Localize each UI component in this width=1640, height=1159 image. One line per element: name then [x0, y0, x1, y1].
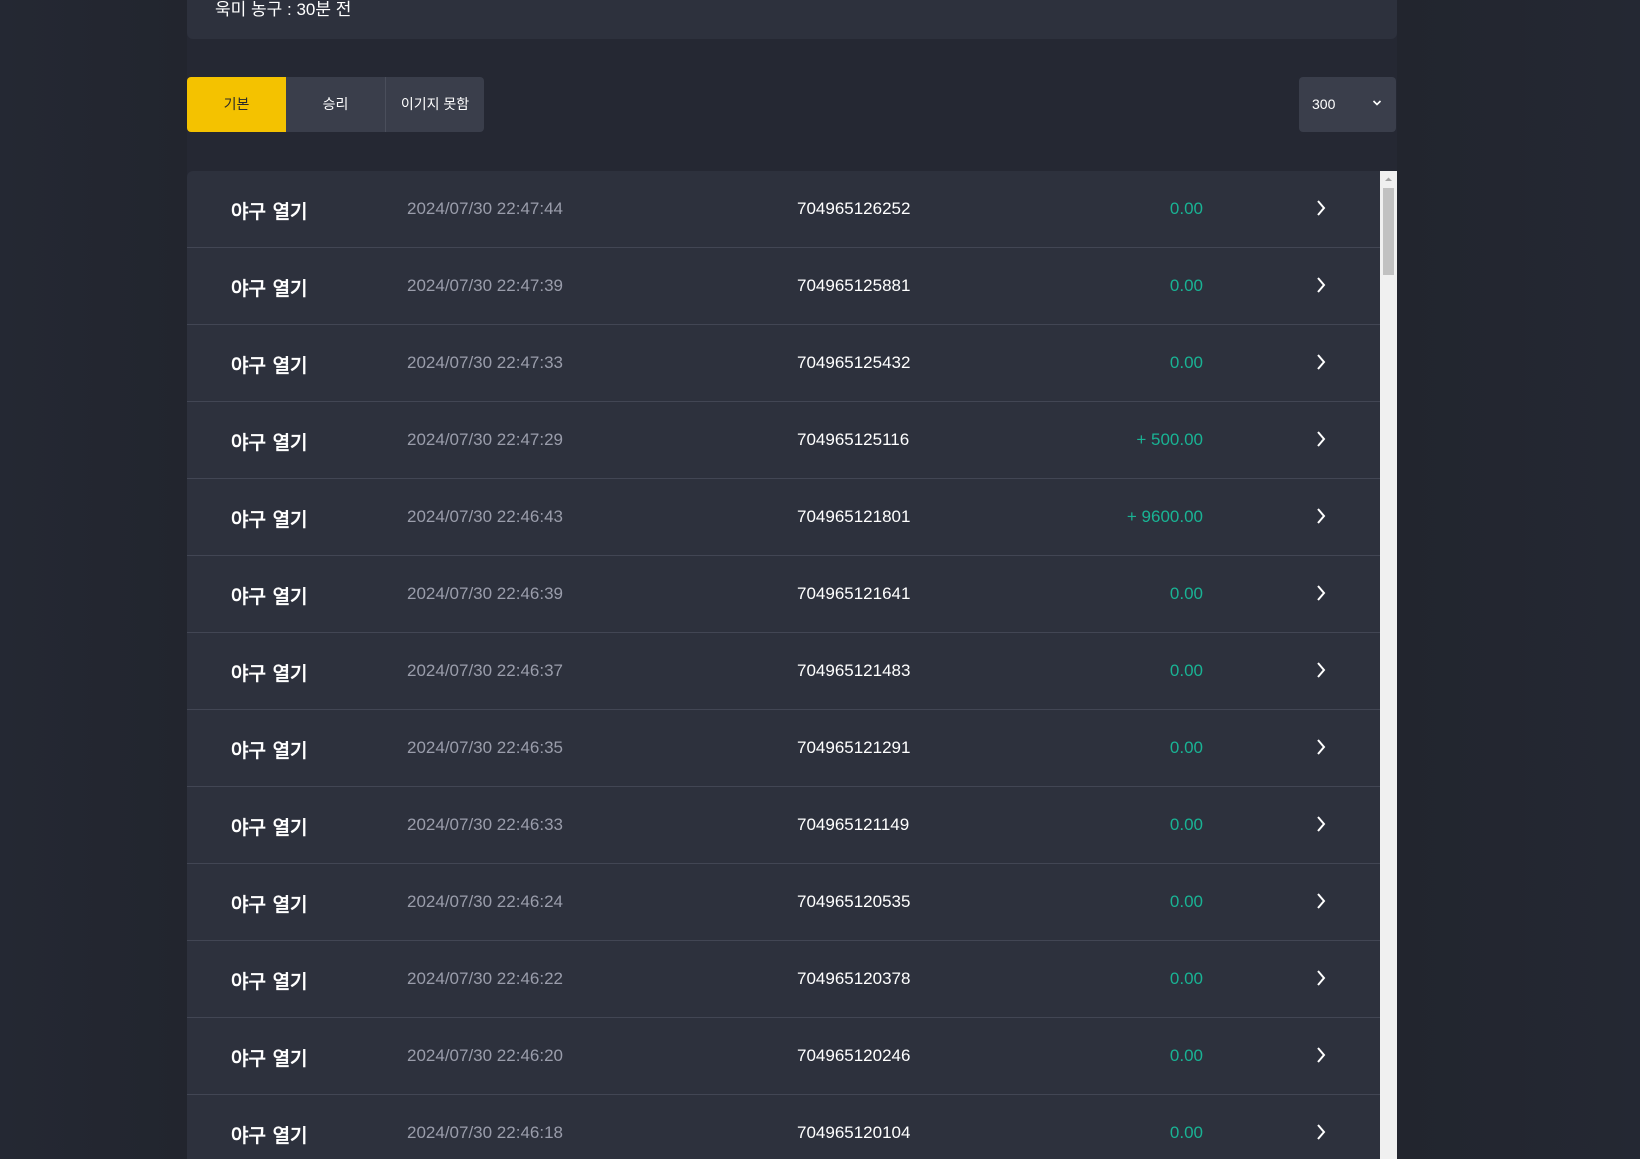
scroll-up-arrow-icon[interactable]	[1380, 171, 1397, 188]
game-name: 야구 열기	[231, 509, 308, 531]
bet-id: 704965125881	[797, 276, 911, 295]
game-name: 야구 열기	[231, 201, 308, 223]
win-amount: 0.00	[1169, 276, 1203, 295]
bet-id: 704965121149	[797, 815, 910, 834]
list-item[interactable]: 야구 열기 2024/07/30 22:47:44 704965126252 0.00	[187, 171, 1380, 248]
game-name: 야구 열기	[231, 432, 308, 454]
bet-time: 2024/07/30 22:47:33	[407, 353, 563, 372]
win-amount: 0.00	[1169, 892, 1203, 911]
list-item[interactable]: 야구 열기 2024/07/30 22:46:20 704965120246 0.00	[187, 1018, 1380, 1095]
bet-id: 704965126252	[797, 199, 911, 218]
game-name: 야구 열기	[231, 663, 308, 685]
list-item[interactable]: 야구 열기 2024/07/30 22:46:22 704965120378 0.00	[187, 941, 1380, 1018]
scrollbar-thumb[interactable]	[1383, 188, 1394, 275]
bet-id: 704965125116	[797, 430, 910, 449]
history-list: 야구 열기 2024/07/30 22:47:44 704965126252 0.00…	[187, 171, 1380, 1159]
list-item[interactable]: 야구 열기 2024/07/30 22:46:37 704965121483 0.00	[187, 633, 1380, 710]
list-item[interactable]: 야구 열기 2024/07/30 22:47:29 704965125116 + 50…	[187, 402, 1380, 479]
tab-not-won[interactable]: 이기지 못함	[385, 77, 484, 132]
game-name: 야구 열기	[231, 971, 308, 993]
bet-time: 2024/07/30 22:47:39	[407, 276, 563, 295]
scrollbar[interactable]	[1380, 171, 1397, 1159]
win-amount: 0.00	[1169, 584, 1203, 603]
list-item[interactable]: 야구 열기 2024/07/30 22:46:24 704965120535 0.00	[187, 864, 1380, 941]
list-item[interactable]: 야구 열기 2024/07/30 22:46:43 704965121801 + 96…	[187, 479, 1380, 556]
chevron-right-icon[interactable]	[1315, 1123, 1327, 1141]
bet-time: 2024/07/30 22:46:37	[407, 661, 563, 680]
win-amount: 0.00	[1169, 1046, 1203, 1065]
bet-time: 2024/07/30 22:47:29	[407, 430, 563, 449]
bet-time: 2024/07/30 22:46:20	[407, 1046, 563, 1065]
page-size-value: 300	[1312, 96, 1336, 112]
win-amount: 0.00	[1169, 353, 1203, 372]
chevron-right-icon[interactable]	[1315, 815, 1327, 833]
list-item[interactable]: 야구 열기 2024/07/30 22:46:18 704965120104 0.00	[187, 1095, 1380, 1159]
tab-win[interactable]: 승리	[286, 77, 385, 132]
chevron-right-icon[interactable]	[1315, 507, 1327, 525]
bet-time: 2024/07/30 22:46:39	[407, 584, 563, 603]
bet-id: 704965125432	[797, 353, 911, 372]
chevron-right-icon[interactable]	[1315, 276, 1327, 294]
list-item[interactable]: 야구 열기 2024/07/30 22:47:33 704965125432 0.00	[187, 325, 1380, 402]
game-name: 야구 열기	[231, 355, 308, 377]
list-item[interactable]: 야구 열기 2024/07/30 22:47:39 704965125881 0.00	[187, 248, 1380, 325]
page-size-select[interactable]: 300	[1299, 77, 1396, 132]
list-item[interactable]: 야구 열기 2024/07/30 22:46:39 704965121641 0.00	[187, 556, 1380, 633]
game-name: 야구 열기	[231, 817, 308, 839]
bet-time: 2024/07/30 22:46:22	[407, 969, 563, 988]
win-amount: 0.00	[1169, 1123, 1203, 1142]
list-item[interactable]: 야구 열기 2024/07/30 22:46:35 704965121291 0.00	[187, 710, 1380, 787]
page: 욱미 농구 : 30분 전 기본 승리 이기지 못함 300 야구 열기 2024…	[0, 0, 1640, 1159]
win-amount: 0.00	[1169, 661, 1203, 680]
game-name: 야구 열기	[231, 1048, 308, 1070]
bet-time: 2024/07/30 22:46:18	[407, 1123, 563, 1142]
game-name: 야구 열기	[231, 740, 308, 762]
win-amount: 0.00	[1169, 199, 1203, 218]
win-amount: + 9600.00	[1126, 507, 1203, 526]
chevron-right-icon[interactable]	[1315, 199, 1327, 217]
filter-tabs: 기본 승리 이기지 못함	[187, 77, 484, 132]
chevron-right-icon[interactable]	[1315, 738, 1327, 756]
chevron-right-icon[interactable]	[1315, 892, 1327, 910]
game-name: 야구 열기	[231, 278, 308, 300]
win-amount: + 500.00	[1136, 430, 1203, 449]
game-name: 야구 열기	[231, 586, 308, 608]
history-list-container: 야구 열기 2024/07/30 22:47:44 704965126252 0.00…	[187, 171, 1397, 1159]
bet-id: 704965121801	[797, 507, 911, 526]
win-amount: 0.00	[1169, 815, 1203, 834]
bet-time: 2024/07/30 22:46:33	[407, 815, 563, 834]
bet-time: 2024/07/30 22:47:44	[407, 199, 563, 218]
chevron-right-icon[interactable]	[1315, 584, 1327, 602]
chevron-down-icon	[1372, 100, 1382, 106]
bet-id: 704965121641	[797, 584, 911, 603]
chevron-right-icon[interactable]	[1315, 969, 1327, 987]
bet-time: 2024/07/30 22:46:35	[407, 738, 563, 757]
game-name: 야구 열기	[231, 1125, 308, 1147]
bet-id: 704965120104	[797, 1123, 911, 1142]
bet-id: 704965120246	[797, 1046, 911, 1065]
chevron-right-icon[interactable]	[1315, 353, 1327, 371]
bet-time: 2024/07/30 22:46:24	[407, 892, 563, 911]
game-name: 야구 열기	[231, 894, 308, 916]
list-item[interactable]: 야구 열기 2024/07/30 22:46:33 704965121149 0.00	[187, 787, 1380, 864]
bet-id: 704965120535	[797, 892, 911, 911]
bet-id: 704965121291	[797, 738, 911, 757]
chevron-right-icon[interactable]	[1315, 1046, 1327, 1064]
win-amount: 0.00	[1169, 969, 1203, 988]
tab-default[interactable]: 기본	[187, 77, 286, 132]
header-text: 욱미 농구 : 30분 전	[215, 0, 352, 19]
win-amount: 0.00	[1169, 738, 1203, 757]
bet-id: 704965120378	[797, 969, 911, 988]
bet-time: 2024/07/30 22:46:43	[407, 507, 563, 526]
bet-id: 704965121483	[797, 661, 911, 680]
top-info-panel: 욱미 농구 : 30분 전	[187, 0, 1397, 39]
chevron-right-icon[interactable]	[1315, 430, 1327, 448]
chevron-right-icon[interactable]	[1315, 661, 1327, 679]
